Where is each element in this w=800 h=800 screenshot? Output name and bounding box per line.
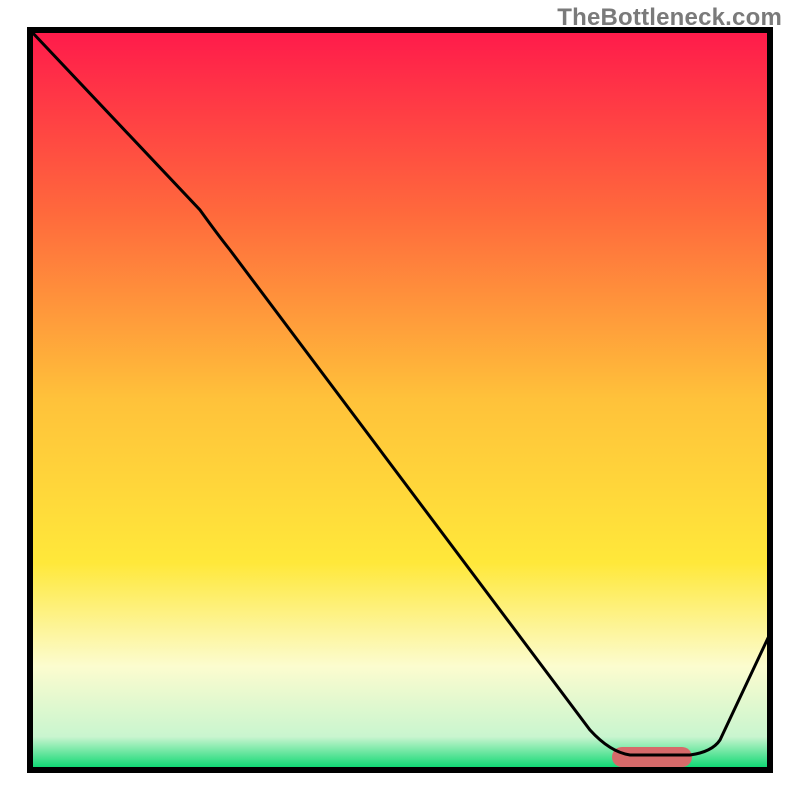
- sweet-spot-marker: [612, 747, 692, 767]
- watermark-text: TheBottleneck.com: [557, 4, 782, 32]
- plot-background: [30, 30, 770, 770]
- bottleneck-chart: [0, 0, 800, 800]
